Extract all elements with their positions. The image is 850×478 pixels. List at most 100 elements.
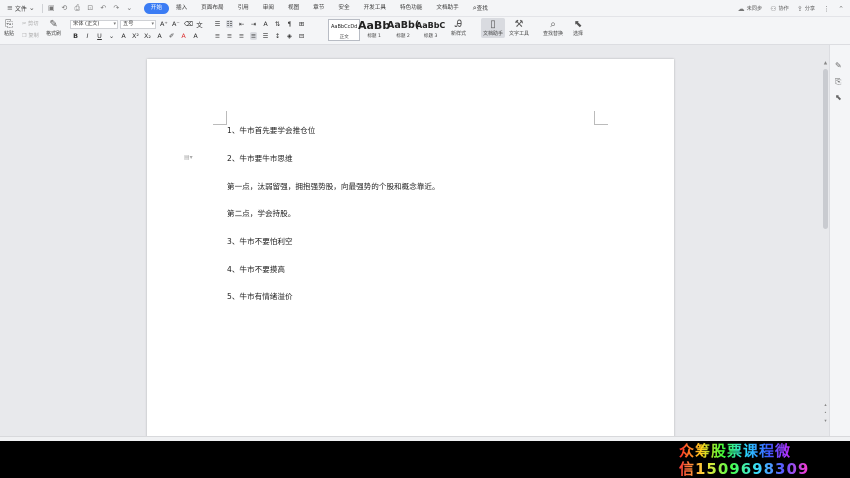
file-menu[interactable]: ≡ 文件 ⌄ [4, 2, 38, 15]
print-preview-icon[interactable]: ⊡ [86, 4, 95, 12]
underline-icon[interactable]: U [96, 32, 103, 40]
superscript-icon[interactable]: X² [132, 32, 139, 40]
line-spacing-icon[interactable]: ↕ [274, 32, 281, 40]
distribute-icon[interactable]: ☰ [262, 32, 269, 40]
font-color-dropdown-icon[interactable]: ⌄ [108, 32, 115, 40]
scroll-down-page-icon[interactable]: ▾ [822, 419, 829, 424]
justify-icon[interactable]: ≡ [250, 32, 257, 40]
italic-icon[interactable]: I [84, 32, 91, 40]
style-normal[interactable]: AaBbCcDd 正文 [328, 19, 361, 41]
tab-review[interactable]: 审阅 [256, 3, 281, 14]
share-doc-icon[interactable]: ⟲ [60, 4, 69, 12]
clear-format-icon[interactable]: ⌫ [184, 20, 193, 29]
tab-features[interactable]: 特色功能 [393, 3, 429, 14]
font-name-select[interactable]: 宋体 (正文) ▾ [70, 20, 118, 29]
tab-search[interactable]: ⌕查找 [466, 3, 495, 14]
font-size-select[interactable]: 五号 ▾ [120, 20, 156, 29]
undo-icon[interactable]: ↶ [99, 4, 108, 12]
pen-icon[interactable]: ✎ [835, 61, 842, 70]
style-heading-2[interactable]: AaBb( 标题 2 [387, 19, 419, 41]
doc-line-1[interactable]: 1、牛市首先要学会推仓位 [227, 125, 315, 136]
divider [41, 3, 43, 13]
sync-status[interactable]: ☁ 未同步 [738, 5, 763, 13]
doc-assistant-button[interactable]: ▯ 文档助手 [481, 18, 506, 38]
shrink-font-icon[interactable]: A⁻ [172, 20, 180, 29]
vertical-scrollbar[interactable]: ▲ ▴ • ▾ [822, 61, 829, 431]
more-icon[interactable]: ⌄ [125, 4, 134, 12]
scrollbar-thumb[interactable] [823, 69, 828, 229]
chinese-layout-icon[interactable]: A [262, 20, 269, 28]
tab-insert[interactable]: 插入 [169, 3, 194, 14]
strikethrough-icon[interactable]: A [120, 32, 127, 40]
scroll-up-icon[interactable]: ▲ [822, 61, 829, 66]
subscript-icon[interactable]: X₂ [144, 32, 151, 40]
phonetic-icon[interactable]: 文 [196, 20, 203, 29]
char-shading-icon[interactable]: A [192, 32, 199, 40]
numbered-list-icon[interactable]: ☷ [226, 20, 233, 28]
cursor-tool-icon[interactable]: ⬉ [835, 93, 842, 102]
text-effects-icon[interactable]: A [156, 32, 163, 40]
align-left-icon[interactable]: ≡ [214, 32, 221, 40]
scroll-center-icon[interactable]: • [822, 411, 829, 416]
paragraph-tools-top: ☰ ☷ ⇤ ⇥ A ⇅ ¶ ⊞ [214, 20, 305, 28]
paste-button[interactable]: ⎘ 粘贴 [4, 19, 14, 37]
brush-icon: ✎ [49, 19, 58, 30]
format-icon[interactable]: ⎘ [835, 77, 841, 87]
tab-references[interactable]: 引用 [231, 3, 256, 14]
sort-icon[interactable]: ⇅ [274, 20, 281, 28]
align-right-icon[interactable]: ≡ [238, 32, 245, 40]
find-replace-button[interactable]: ⌕ 查找替换 [543, 19, 563, 37]
tab-security[interactable]: 安全 [331, 3, 356, 14]
share-button[interactable]: ⇪ 分享 [797, 5, 815, 13]
tab-home[interactable]: 开始 [143, 2, 169, 14]
copy-button[interactable]: ❐ 复制 [22, 32, 39, 39]
paragraph-handle-icon[interactable]: ▤▾ [184, 154, 193, 161]
chevron-down-icon: ▾ [113, 21, 116, 27]
font-color-icon[interactable]: A [180, 32, 187, 40]
text-tools-button[interactable]: ⚒ 文字工具 [509, 19, 529, 37]
doc-line-6[interactable]: 4、牛市不要摸高 [227, 264, 285, 275]
redo-icon[interactable]: ↷ [112, 4, 121, 12]
grow-font-icon[interactable]: A⁺ [160, 20, 168, 29]
align-center-icon[interactable]: ≡ [226, 32, 233, 40]
doc-line-7[interactable]: 5、牛市有情绪溢价 [227, 291, 293, 302]
cut-button[interactable]: ✂ 剪切 [22, 20, 38, 27]
tab-section[interactable]: 章节 [306, 3, 331, 14]
doc-line-3[interactable]: 第一点，汰弱留强，拥抱强势股，向最强势的个股和概念靠近。 [227, 181, 440, 192]
select-button[interactable]: ⬉ 选择 [573, 19, 583, 37]
border-dropdown-icon[interactable]: ⊟ [298, 32, 305, 40]
collab-button[interactable]: ⚇ 协作 [770, 5, 789, 13]
text-tools-label: 文字工具 [509, 31, 530, 37]
collapse-ribbon-icon[interactable]: ⌃ [838, 5, 844, 13]
more-options-icon[interactable]: ⋮ [823, 5, 830, 13]
doc-line-2[interactable]: 2、牛市要牛市思维 [227, 153, 293, 164]
tab-page-layout[interactable]: 页面布局 [194, 3, 230, 14]
scroll-up-page-icon[interactable]: ▴ [822, 403, 829, 408]
save-icon[interactable]: ▣ [47, 4, 56, 12]
shading-icon[interactable]: ◈ [286, 32, 293, 40]
style-heading-2-sample: AaBb( [387, 20, 420, 31]
tab-view[interactable]: 视图 [281, 3, 306, 14]
bold-icon[interactable]: B [72, 32, 79, 40]
decrease-indent-icon[interactable]: ⇤ [238, 20, 245, 28]
doc-line-4[interactable]: 第二点，学会持股。 [227, 208, 295, 219]
style-heading-1[interactable]: AaBb 标题 1 [358, 19, 390, 41]
cut-label: 剪切 [28, 21, 39, 27]
borders-icon[interactable]: ⊞ [298, 20, 305, 28]
style-heading-3[interactable]: AaBbC 标题 3 [416, 19, 445, 41]
new-style-button[interactable]: Ꭿ 新样式 [451, 19, 466, 37]
copy-label: 复制 [28, 33, 39, 39]
document-page[interactable]: ▤▾ 1、牛市首先要学会推仓位 2、牛市要牛市思维 第一点，汰弱留强，拥抱强势股… [147, 59, 674, 440]
doc-line-5[interactable]: 3、牛市不要怕利空 [227, 236, 293, 247]
font-size-tools: A⁺ A⁻ ⌫ 文 [160, 20, 203, 29]
side-panel: ✎ ⎘ ⬉ [829, 45, 850, 440]
margin-mark-top-left [213, 111, 227, 125]
increase-indent-icon[interactable]: ⇥ [250, 20, 257, 28]
highlight-icon[interactable]: ✐ [168, 32, 175, 40]
bullet-list-icon[interactable]: ☰ [214, 20, 221, 28]
tab-doc-assistant[interactable]: 文档助手 [429, 3, 465, 14]
show-marks-icon[interactable]: ¶ [286, 20, 293, 28]
format-painter-button[interactable]: ✎ 格式刷 [46, 19, 61, 37]
print-icon[interactable]: ⎙ [73, 4, 82, 13]
tab-developer[interactable]: 开发工具 [357, 3, 393, 14]
